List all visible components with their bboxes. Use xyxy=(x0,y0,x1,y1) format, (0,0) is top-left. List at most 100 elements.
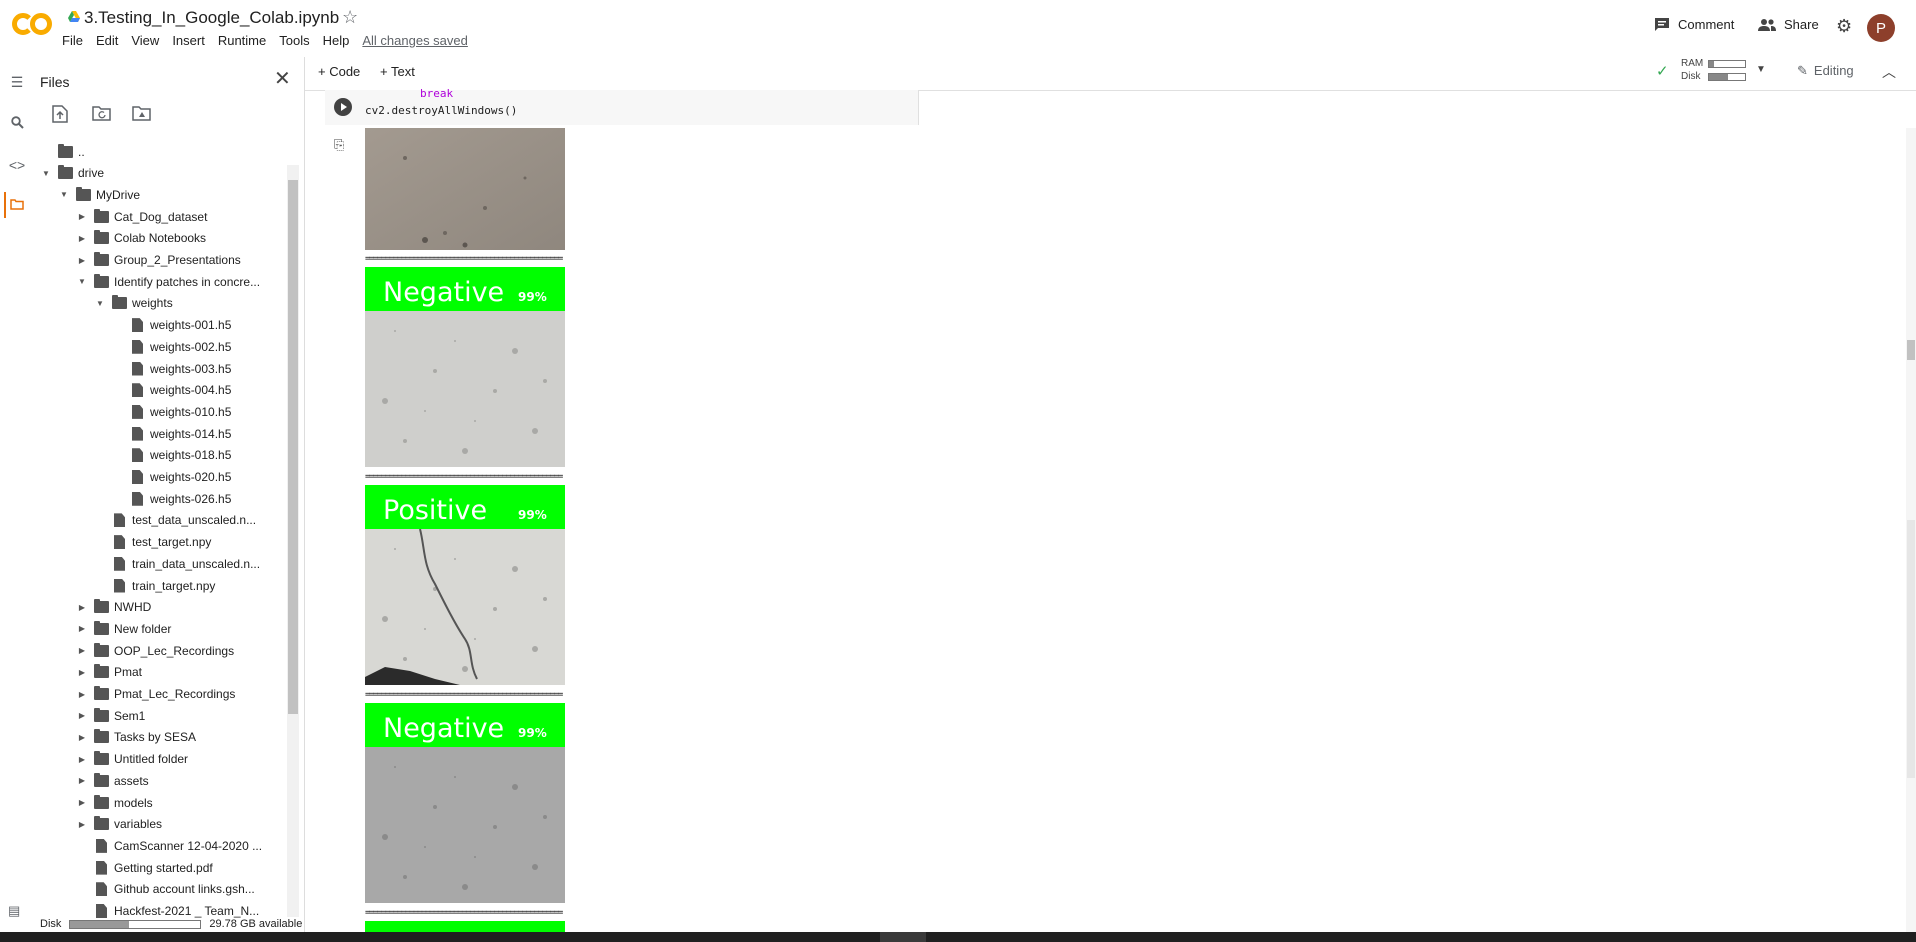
output-actions-icon[interactable]: ⎘ xyxy=(334,137,344,153)
gear-icon[interactable]: ⚙ xyxy=(1836,16,1852,37)
star-icon[interactable]: ☆ xyxy=(342,7,358,28)
file-tree-file[interactable]: CamScanner 12-04-2020 ... xyxy=(76,835,262,856)
search-icon[interactable] xyxy=(6,116,28,132)
file-tree-folder[interactable]: ▶ NWHD xyxy=(76,597,151,618)
chevron-down-icon[interactable]: ▼ xyxy=(40,169,52,178)
file-tree-folder[interactable]: ▼ MyDrive xyxy=(58,184,140,205)
chevron-right-icon[interactable]: ▶ xyxy=(76,256,88,265)
chevron-right-icon[interactable]: ▶ xyxy=(76,798,88,807)
file-tree-file[interactable]: test_data_unscaled.n... xyxy=(94,510,256,531)
code-line[interactable]: break xyxy=(420,87,453,100)
file-tree-folder[interactable]: ▼ drive xyxy=(40,163,104,184)
notebook-title[interactable]: 3.Testing_In_Google_Colab.ipynb xyxy=(84,8,339,28)
output-separator: ========================================… xyxy=(365,256,563,264)
share-label: Share xyxy=(1784,17,1819,32)
code-line[interactable]: cv2.destroyAllWindows() xyxy=(365,104,517,117)
comment-button[interactable]: Comment xyxy=(1654,17,1734,32)
file-tree-file[interactable]: weights-004.h5 xyxy=(112,380,231,401)
close-icon[interactable]: ✕ xyxy=(274,66,291,91)
menu-runtime[interactable]: Runtime xyxy=(218,33,273,48)
menu-file[interactable]: File xyxy=(62,33,90,48)
notebook-toolbar xyxy=(305,57,1916,91)
file-tree-label: Colab Notebooks xyxy=(114,231,207,246)
chevron-right-icon[interactable]: ▶ xyxy=(76,690,88,699)
chevron-right-icon[interactable]: ▶ xyxy=(76,234,88,243)
chevron-right-icon[interactable]: ▶ xyxy=(76,776,88,785)
file-tree-file[interactable]: train_target.npy xyxy=(94,575,215,596)
google-drive-icon[interactable] xyxy=(68,11,80,22)
chevron-right-icon[interactable]: ▶ xyxy=(76,624,88,633)
chevron-down-icon[interactable]: ▼ xyxy=(94,299,106,308)
file-tree-folder[interactable]: ▼ Identify patches in concre... xyxy=(76,271,260,292)
run-cell-button[interactable] xyxy=(334,98,352,116)
editing-mode-button[interactable]: ✎ Editing xyxy=(1797,63,1854,79)
file-tree-file[interactable]: weights-018.h5 xyxy=(112,445,231,466)
colab-logo[interactable] xyxy=(12,10,52,38)
add-text-button[interactable]: + Text xyxy=(380,64,415,79)
chevron-right-icon[interactable]: ▶ xyxy=(76,733,88,742)
code-snippets-icon[interactable]: <> xyxy=(6,157,28,173)
prediction-image: Positive 99% xyxy=(365,485,565,685)
menu-insert[interactable]: Insert xyxy=(172,33,212,48)
save-status[interactable]: All changes saved xyxy=(362,33,475,48)
file-tree-folder[interactable]: ▶ Colab Notebooks xyxy=(76,228,206,249)
file-tree-folder[interactable]: ▶ variables xyxy=(76,814,162,835)
file-tree-folder[interactable]: ▶ Group_2_Presentations xyxy=(76,250,241,271)
chevron-right-icon[interactable]: ▶ xyxy=(76,212,88,221)
menu-edit[interactable]: Edit xyxy=(96,33,125,48)
file-tree-file[interactable]: weights-002.h5 xyxy=(112,336,231,357)
file-tree-file[interactable]: test_target.npy xyxy=(94,532,211,553)
notebook-scroll-thumb[interactable] xyxy=(1907,340,1915,360)
file-tree-folder[interactable]: ▼ weights xyxy=(94,293,173,314)
chevron-right-icon[interactable]: ▶ xyxy=(76,755,88,764)
file-tree-file[interactable]: weights-001.h5 xyxy=(112,315,231,336)
terminal-icon[interactable]: ▤ xyxy=(8,903,20,919)
avatar[interactable]: P xyxy=(1867,14,1895,42)
file-tree-folder[interactable]: ▶ models xyxy=(76,792,153,813)
chevron-right-icon[interactable]: ▶ xyxy=(76,646,88,655)
toc-icon[interactable]: ☰ xyxy=(6,74,28,91)
chevron-down-icon[interactable]: ▼ xyxy=(76,277,88,286)
file-tree-scroll-thumb[interactable] xyxy=(288,180,298,714)
file-tree-label: weights-020.h5 xyxy=(150,470,232,484)
share-button[interactable]: Share xyxy=(1758,17,1819,32)
mount-drive-icon[interactable] xyxy=(132,105,154,125)
file-tree-file[interactable]: Github account links.gsh... xyxy=(76,879,255,900)
add-code-button[interactable]: + Code xyxy=(318,64,360,79)
file-tree-file[interactable]: train_data_unscaled.n... xyxy=(94,553,260,574)
file-tree-folder[interactable]: ▶ Untitled folder xyxy=(76,749,188,770)
file-tree-folder[interactable]: .. xyxy=(40,141,85,162)
chevron-right-icon[interactable]: ▶ xyxy=(76,820,88,829)
left-rail xyxy=(0,57,35,932)
file-tree-file[interactable]: weights-014.h5 xyxy=(112,423,231,444)
chevron-down-icon[interactable]: ▼ xyxy=(1756,64,1766,75)
file-tree-folder[interactable]: ▶ Cat_Dog_dataset xyxy=(76,206,207,227)
folder-icon xyxy=(94,772,109,787)
chevron-right-icon[interactable]: ▶ xyxy=(76,711,88,720)
chevron-right-icon[interactable]: ▶ xyxy=(76,668,88,677)
file-tree-folder[interactable]: ▶ OOP_Lec_Recordings xyxy=(76,640,234,661)
chevron-down-icon[interactable]: ▼ xyxy=(58,190,70,199)
refresh-folder-icon[interactable] xyxy=(92,105,114,125)
file-tree-file[interactable]: weights-003.h5 xyxy=(112,358,231,379)
prediction-confidence: 99% xyxy=(518,726,547,740)
menu-help[interactable]: Help xyxy=(323,33,357,48)
upload-icon[interactable] xyxy=(52,105,74,125)
file-tree-folder[interactable]: ▶ Tasks by SESA xyxy=(76,727,196,748)
file-tree-file[interactable]: weights-020.h5 xyxy=(112,467,231,488)
menu-tools[interactable]: Tools xyxy=(279,33,316,48)
file-tree-folder[interactable]: ▶ Sem1 xyxy=(76,705,145,726)
file-tree-folder[interactable]: ▶ assets xyxy=(76,770,149,791)
taskbar-item[interactable] xyxy=(880,932,926,942)
file-tree-file[interactable]: weights-010.h5 xyxy=(112,401,231,422)
file-icon xyxy=(114,578,125,593)
file-tree-folder[interactable]: ▶ New folder xyxy=(76,618,171,639)
file-tree-folder[interactable]: ▶ Pmat xyxy=(76,662,142,683)
chevron-up-icon[interactable]: ︿ xyxy=(1882,62,1896,82)
folder-icon[interactable] xyxy=(6,197,28,213)
file-tree-folder[interactable]: ▶ Pmat_Lec_Recordings xyxy=(76,684,235,705)
file-tree-file[interactable]: Getting started.pdf xyxy=(76,857,213,878)
chevron-right-icon[interactable]: ▶ xyxy=(76,603,88,612)
file-tree-file[interactable]: weights-026.h5 xyxy=(112,488,231,509)
menu-view[interactable]: View xyxy=(131,33,166,48)
